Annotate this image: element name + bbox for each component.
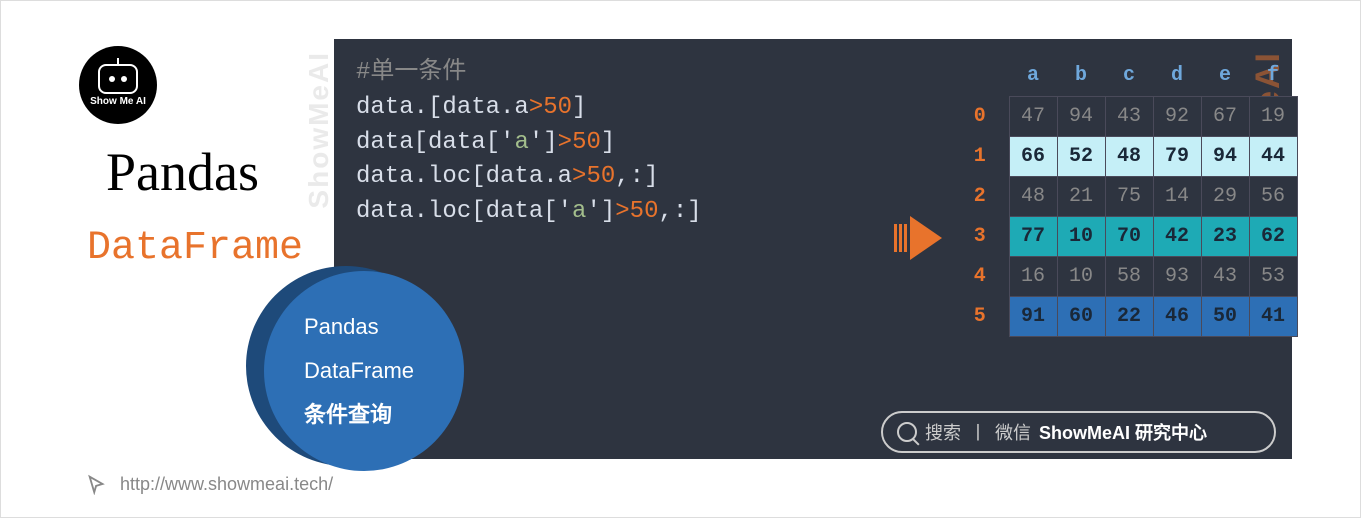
cell: 93 (1153, 256, 1201, 296)
cell: 75 (1105, 176, 1153, 216)
arrow-icon (894, 216, 942, 260)
cell: 23 (1201, 216, 1249, 256)
cell: 58 (1105, 256, 1153, 296)
cell: 77 (1009, 216, 1057, 256)
cell: 52 (1057, 136, 1105, 176)
badge-line1: Pandas (304, 305, 464, 349)
table-row: 0479443926719 (961, 96, 1297, 136)
cell: 92 (1153, 96, 1201, 136)
cell: 91 (1009, 296, 1057, 336)
dataframe-table: a b c d e f 0479443926719166524879944424… (961, 56, 1298, 337)
cell: 48 (1009, 176, 1057, 216)
row-index: 1 (961, 136, 1009, 176)
cell: 94 (1057, 96, 1105, 136)
watermark-left: ShowMeAI (303, 51, 335, 209)
search-action: 搜索 (925, 419, 961, 445)
cell: 94 (1201, 136, 1249, 176)
footer: http://www.showmeai.tech/ (86, 473, 333, 495)
code-line-3: data.loc[data.a>50,:] (356, 160, 702, 195)
cell: 41 (1249, 296, 1297, 336)
code-line-4: data.loc[data['a']>50,:] (356, 195, 702, 230)
table-row: 1665248799444 (961, 136, 1297, 176)
col-a: a (1009, 56, 1057, 96)
search-sep: 丨 (969, 419, 987, 445)
cell: 50 (1201, 296, 1249, 336)
row-index: 2 (961, 176, 1009, 216)
cell: 14 (1153, 176, 1201, 216)
badge-line2: DataFrame (304, 349, 464, 393)
cell: 43 (1201, 256, 1249, 296)
search-pill: 搜索 丨 微信 ShowMeAI 研究中心 (881, 411, 1276, 453)
cell: 79 (1153, 136, 1201, 176)
footer-url: http://www.showmeai.tech/ (120, 474, 333, 495)
search-brand: ShowMeAI 研究中心 (1039, 419, 1207, 445)
cell: 48 (1105, 136, 1153, 176)
cell: 21 (1057, 176, 1105, 216)
badge: Pandas DataFrame 条件查询 (246, 266, 456, 476)
col-b: b (1057, 56, 1105, 96)
cursor-icon (86, 473, 108, 495)
row-index: 5 (961, 296, 1009, 336)
search-channel: 微信 (995, 419, 1031, 445)
cell: 44 (1249, 136, 1297, 176)
col-d: d (1153, 56, 1201, 96)
bot-icon (98, 64, 138, 94)
table-row: 3771070422362 (961, 216, 1297, 256)
cell: 10 (1057, 216, 1105, 256)
code-line-1: data.[data.a>50] (356, 91, 702, 126)
badge-line3: 条件查询 (304, 393, 464, 437)
cell: 47 (1009, 96, 1057, 136)
search-icon (897, 422, 917, 442)
table-row: 4161058934353 (961, 256, 1297, 296)
col-f: f (1249, 56, 1297, 96)
cell: 10 (1057, 256, 1105, 296)
code-line-2: data[data['a']>50] (356, 126, 702, 161)
row-index: 0 (961, 96, 1009, 136)
cell: 42 (1153, 216, 1201, 256)
cell: 66 (1009, 136, 1057, 176)
table-row: 5916022465041 (961, 296, 1297, 336)
title-main: Pandas (106, 141, 259, 203)
cell: 70 (1105, 216, 1153, 256)
cell: 46 (1153, 296, 1201, 336)
logo: Show Me AI (79, 46, 157, 124)
cell: 62 (1249, 216, 1297, 256)
cell: 67 (1201, 96, 1249, 136)
cell: 60 (1057, 296, 1105, 336)
cell: 29 (1201, 176, 1249, 216)
code-comment: #单一条件 (356, 56, 702, 91)
cell: 43 (1105, 96, 1153, 136)
cell: 16 (1009, 256, 1057, 296)
cell: 53 (1249, 256, 1297, 296)
row-index: 4 (961, 256, 1009, 296)
col-e: e (1201, 56, 1249, 96)
cell: 22 (1105, 296, 1153, 336)
code-block: #单一条件 data.[data.a>50] data[data['a']>50… (356, 56, 702, 230)
row-index: 3 (961, 216, 1009, 256)
cell: 19 (1249, 96, 1297, 136)
cell: 56 (1249, 176, 1297, 216)
title-sub: DataFrame (87, 226, 303, 271)
logo-text: Show Me AI (90, 96, 146, 107)
table-row: 2482175142956 (961, 176, 1297, 216)
col-c: c (1105, 56, 1153, 96)
